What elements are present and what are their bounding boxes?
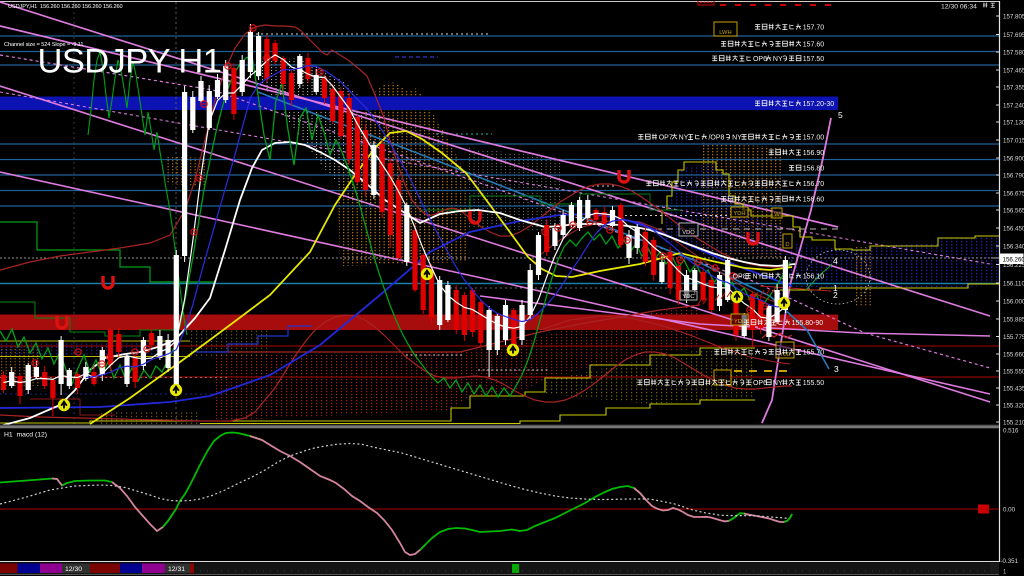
svg-text:12/30: 12/30 bbox=[65, 566, 82, 573]
svg-text:H1 macd (12): H1 macd (12) bbox=[4, 432, 47, 439]
svg-text:156.10: 156.10 bbox=[803, 274, 825, 281]
svg-text:LWH: LWH bbox=[719, 30, 731, 36]
svg-text:NY: NY bbox=[773, 56, 783, 63]
svg-text:155.50: 155.50 bbox=[803, 380, 825, 387]
svg-text:156.000: 156.000 bbox=[1003, 298, 1024, 305]
svg-text:157.240: 157.240 bbox=[1003, 102, 1024, 109]
svg-text:157.465: 157.465 bbox=[1003, 67, 1024, 74]
svg-text:-0.351: -0.351 bbox=[1001, 558, 1019, 565]
svg-text:0.516: 0.516 bbox=[1003, 428, 1019, 435]
svg-text:157.805: 157.805 bbox=[1003, 13, 1024, 20]
svg-text:2: 2 bbox=[833, 290, 838, 300]
svg-text:156.260: 156.260 bbox=[1003, 256, 1024, 263]
svg-text:155.435: 155.435 bbox=[1003, 385, 1024, 392]
svg-text:0.00: 0.00 bbox=[1003, 506, 1016, 513]
svg-text:156.340: 156.340 bbox=[1003, 243, 1024, 250]
svg-text:157.00: 157.00 bbox=[803, 135, 825, 142]
svg-text:USDJPY H1: USDJPY H1 bbox=[38, 43, 222, 81]
svg-text:155.210: 155.210 bbox=[1003, 419, 1024, 426]
svg-text:3: 3 bbox=[834, 364, 839, 374]
svg-text:157.50: 157.50 bbox=[803, 56, 825, 63]
svg-text:YDC: YDC bbox=[682, 294, 694, 300]
svg-text:155.775: 155.775 bbox=[1003, 334, 1024, 341]
svg-text:155.70: 155.70 bbox=[803, 350, 825, 357]
svg-text:155.550: 155.550 bbox=[1003, 368, 1024, 375]
svg-text:157.695: 157.695 bbox=[1003, 32, 1024, 39]
svg-text:12/30 06:34: 12/30 06:34 bbox=[941, 4, 977, 11]
svg-text:156.80: 156.80 bbox=[803, 166, 825, 173]
svg-text:156.790: 156.790 bbox=[1003, 172, 1024, 179]
svg-text:157.70: 157.70 bbox=[803, 25, 825, 32]
svg-text:156.90: 156.90 bbox=[803, 150, 825, 157]
svg-text:156.450: 156.450 bbox=[1003, 225, 1024, 232]
svg-text:157.015: 157.015 bbox=[1003, 137, 1024, 144]
svg-text:155.320: 155.320 bbox=[1003, 402, 1024, 409]
svg-text:D: D bbox=[785, 242, 789, 248]
svg-text:155.885: 155.885 bbox=[1003, 316, 1024, 323]
svg-text:156.60: 156.60 bbox=[803, 197, 825, 204]
svg-text:156.675: 156.675 bbox=[1003, 190, 1024, 197]
svg-text:W: W bbox=[774, 212, 780, 218]
svg-text:156.900: 156.900 bbox=[1003, 155, 1024, 162]
svg-text:157.130: 157.130 bbox=[1003, 119, 1024, 126]
svg-text:NY: NY bbox=[732, 135, 742, 142]
svg-text:157.580: 157.580 bbox=[1003, 49, 1024, 56]
svg-text:155.80-90: 155.80-90 bbox=[792, 320, 824, 327]
svg-text:12/31: 12/31 bbox=[168, 566, 185, 573]
svg-text:157.20-30: 157.20-30 bbox=[803, 101, 835, 108]
svg-text:OP7: OP7 bbox=[659, 135, 673, 142]
svg-text:YDH: YDH bbox=[733, 211, 745, 217]
svg-text:VDO: VDO bbox=[682, 230, 695, 236]
svg-text:OP6: OP6 bbox=[753, 380, 767, 387]
svg-text:155.660: 155.660 bbox=[1003, 351, 1024, 358]
svg-text:156.110: 156.110 bbox=[1003, 280, 1024, 287]
svg-text:NY: NY bbox=[679, 135, 689, 142]
svg-text:4: 4 bbox=[833, 256, 838, 266]
svg-text:NY: NY bbox=[753, 274, 763, 281]
svg-text:157.60: 157.60 bbox=[803, 42, 825, 49]
svg-text:5: 5 bbox=[838, 110, 843, 120]
svg-text:OP8: OP8 bbox=[733, 274, 747, 281]
svg-text:OP6: OP6 bbox=[753, 56, 767, 63]
svg-text:157.355: 157.355 bbox=[1003, 84, 1024, 91]
svg-text:156.565: 156.565 bbox=[1003, 207, 1024, 214]
svg-text:156.70: 156.70 bbox=[803, 181, 825, 188]
svg-text:/OP8: /OP8 bbox=[708, 135, 724, 142]
svg-text:USDJPY,H1 156.260 156.260 156: USDJPY,H1 156.260 156.260 156.260 156.26… bbox=[8, 4, 123, 10]
svg-text:NY: NY bbox=[773, 380, 783, 387]
